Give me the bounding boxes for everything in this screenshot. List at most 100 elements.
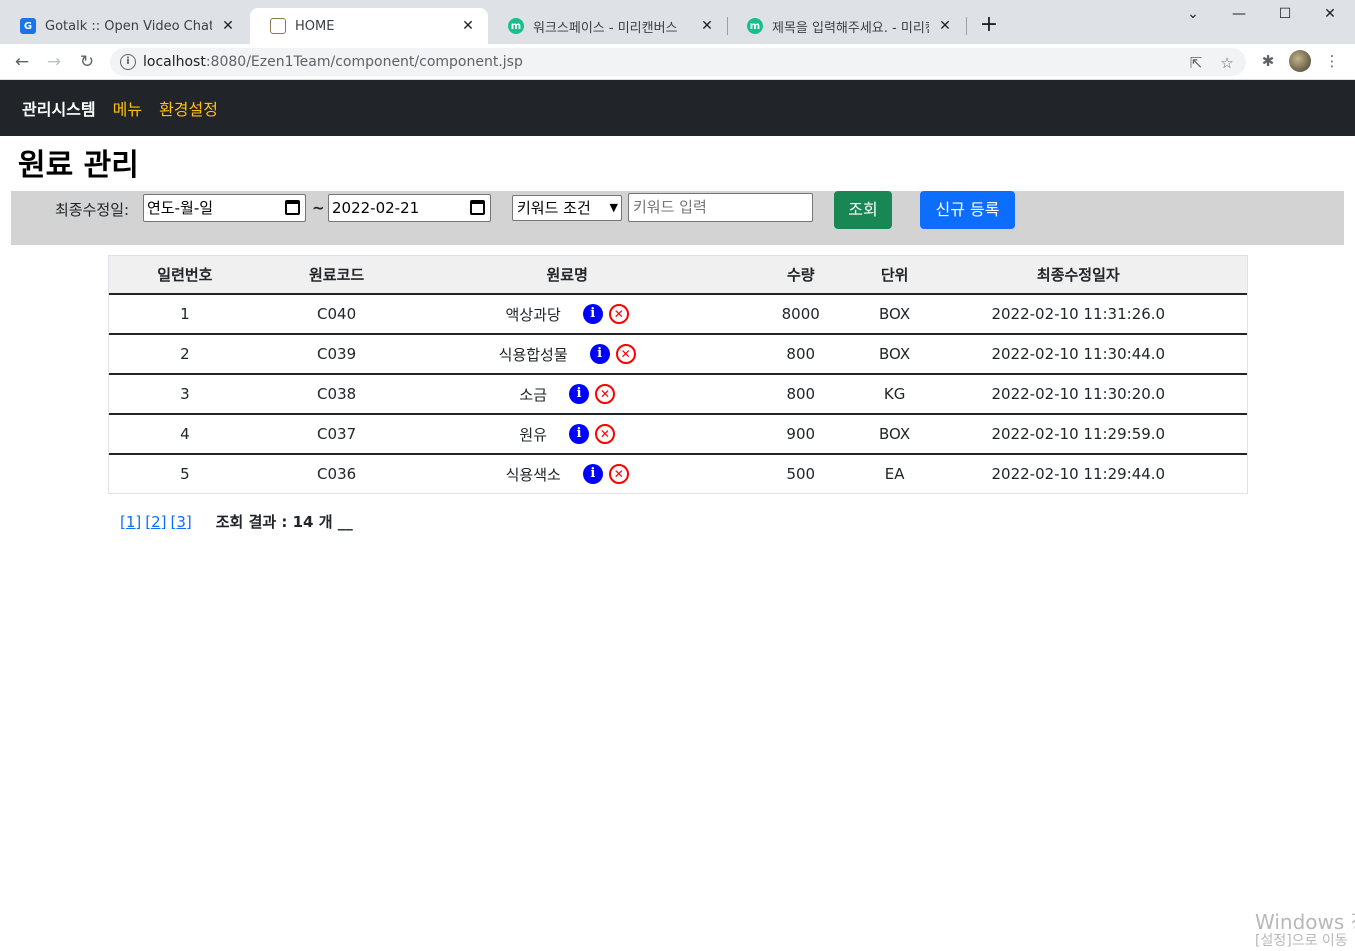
app-navbar: 관리시스템 메뉴 환경설정 (0, 80, 1355, 136)
page-link-1[interactable]: [1] (120, 513, 141, 531)
table-row: 2 C039 식용합성물 i ✕ 800 BOX 2022-02-10 11:30:… (109, 335, 1247, 375)
delete-x-icon[interactable]: ✕ (608, 464, 629, 484)
delete-x-icon[interactable]: ✕ (615, 344, 636, 364)
tab-close-icon[interactable]: ✕ (220, 18, 236, 34)
cell-unit: BOX (879, 305, 911, 323)
extensions-puzzle-icon[interactable]: ✱ (1258, 51, 1278, 71)
site-info-icon[interactable]: i (120, 54, 136, 70)
header-modified-date: 최종수정일자 (1036, 266, 1120, 284)
info-icon[interactable]: i (589, 344, 610, 364)
bookmark-star-icon[interactable]: ☆ (1218, 54, 1236, 72)
cell-serial: 3 (180, 385, 190, 403)
cell-modified-date: 2022-02-10 11:29:44.0 (991, 465, 1166, 483)
new-register-button[interactable]: 신규 등록 (920, 191, 1015, 229)
cell-unit: KG (883, 385, 906, 403)
more-menu-icon[interactable]: ⋮ (1322, 51, 1342, 71)
cell-modified-date: 2022-02-10 11:30:44.0 (991, 345, 1166, 363)
cell-name: 식용합성물 i ✕ (412, 335, 721, 373)
info-icon[interactable]: i (569, 384, 589, 404)
browser-tab-miricanvas-workspace[interactable]: m 워크스페이스 - 미리캔버스 ✕ (488, 8, 727, 44)
nav-link-settings[interactable]: 환경설정 (159, 96, 218, 120)
header-code: 원료코드 (309, 266, 365, 284)
cell-serial: 1 (180, 305, 190, 323)
back-arrow-icon[interactable]: ← (11, 51, 33, 73)
search-button[interactable]: 조회 (834, 191, 892, 229)
reload-icon[interactable]: ↻ (76, 51, 98, 73)
table-row: 4 C037 원유 i ✕ 900 BOX 2022-02-10 11:29:59.… (109, 415, 1247, 455)
header-serial: 일련번호 (157, 266, 213, 284)
miricanvas-favicon-icon: m (508, 18, 524, 34)
url-host: localhost (143, 54, 206, 70)
info-icon[interactable]: i (568, 424, 589, 444)
cell-unit: BOX (879, 345, 911, 363)
url-path: :8080/Ezen1Team/component/component.jsp (205, 54, 523, 70)
info-icon[interactable]: i (582, 304, 603, 324)
maximize-icon[interactable]: ☐ (1274, 6, 1296, 26)
result-count: 조회 결과 : 14 개 __ (215, 513, 353, 531)
date-to-value: 2022-02-21 (332, 199, 420, 217)
miricanvas-favicon-icon: m (747, 18, 763, 34)
cell-quantity: 800 (786, 385, 816, 403)
material-name: 원유 (519, 425, 547, 444)
tab-close-icon[interactable]: ✕ (699, 18, 715, 34)
cell-name: 원유 i ✕ (412, 415, 721, 453)
profile-avatar[interactable] (1289, 50, 1311, 72)
cell-serial: 5 (180, 465, 190, 483)
tab-search-icon[interactable]: ⌄ (1182, 6, 1204, 26)
nav-link-menu[interactable]: 메뉴 (113, 96, 142, 120)
keyword-input[interactable]: 키워드 입력 (628, 193, 813, 222)
url-text: localhost:8080/Ezen1Team/component/compo… (143, 54, 523, 70)
browser-tab-miricanvas-title[interactable]: m 제목을 입력해주세요. - 미리캔바 ✕ (727, 8, 965, 44)
minimize-icon[interactable]: — (1228, 6, 1250, 26)
new-tab-button[interactable]: + (978, 14, 1000, 37)
browser-tab-gotalk[interactable]: G Gotalk :: Open Video Chat ✕ (0, 8, 248, 44)
material-name: 액상과당 (505, 305, 561, 324)
cell-modified-date: 2022-02-10 11:30:20.0 (991, 385, 1166, 403)
modified-date-label: 최종수정일: (55, 201, 130, 219)
cell-code: C038 (317, 385, 357, 403)
tab-title: HOME (295, 18, 335, 34)
delete-x-icon[interactable]: ✕ (594, 424, 615, 444)
tab-close-icon[interactable]: ✕ (937, 18, 953, 34)
date-to-input[interactable]: 2022-02-21 (328, 194, 491, 222)
cell-serial: 4 (180, 425, 190, 443)
cell-quantity: 900 (786, 425, 816, 443)
browser-tab-bar: G Gotalk :: Open Video Chat ✕ HOME ✕ m 워… (0, 0, 1355, 44)
tab-title: Gotalk :: Open Video Chat (45, 18, 212, 34)
chevron-down-icon: ▼ (609, 201, 618, 214)
calendar-icon[interactable] (285, 200, 300, 215)
forward-arrow-icon[interactable]: → (43, 51, 65, 73)
page-link-3[interactable]: [3] (171, 513, 192, 531)
material-name: 식용합성물 (498, 345, 568, 364)
tab-close-icon[interactable]: ✕ (460, 18, 476, 34)
table-row: 1 C040 액상과당 i ✕ 8000 BOX 2022-02-10 11:31:… (109, 295, 1247, 335)
keyword-condition-select[interactable]: 키워드 조건 ▼ (512, 195, 622, 221)
browser-tab-home[interactable]: HOME ✕ (250, 8, 488, 44)
date-from-input[interactable]: 연도-월-일 (143, 194, 306, 222)
cell-code: C039 (317, 345, 357, 363)
cell-modified-date: 2022-02-10 11:29:59.0 (991, 425, 1166, 443)
page-link-2[interactable]: [2] (145, 513, 166, 531)
delete-x-icon[interactable]: ✕ (608, 304, 629, 324)
delete-x-icon[interactable]: ✕ (595, 384, 615, 404)
gotalk-favicon-icon: G (20, 18, 36, 34)
table-header-row: 일련번호 원료코드 원료명 수량 단위 최종수정일자 (109, 256, 1247, 295)
page-title: 원료 관리 (18, 148, 139, 183)
cell-code: C040 (317, 305, 357, 323)
material-table: 일련번호 원료코드 원료명 수량 단위 최종수정일자 1 C040 액상과당 i ✕… (108, 255, 1248, 494)
date-range-tilde: ~ (312, 199, 325, 217)
info-icon[interactable]: i (582, 464, 603, 484)
home-favicon-icon (270, 18, 286, 34)
table-row: 5 C036 식용색소 i ✕ 500 EA 2022-02-10 11:29:44… (109, 455, 1247, 493)
close-window-icon[interactable]: ✕ (1319, 6, 1341, 26)
cell-quantity: 8000 (781, 305, 820, 323)
navbar-brand[interactable]: 관리시스템 (22, 96, 96, 120)
tab-separator (966, 17, 967, 35)
browser-toolbar: ← → ↻ i localhost:8080/Ezen1Team/compone… (0, 44, 1355, 80)
calendar-icon[interactable] (470, 200, 485, 215)
cell-name: 소금 i ✕ (412, 375, 721, 413)
cell-name: 액상과당 i ✕ (412, 295, 721, 333)
share-icon[interactable]: ⇱ (1187, 54, 1205, 72)
cell-code: C037 (317, 425, 357, 443)
address-bar[interactable]: i localhost:8080/Ezen1Team/component/com… (110, 48, 1246, 76)
